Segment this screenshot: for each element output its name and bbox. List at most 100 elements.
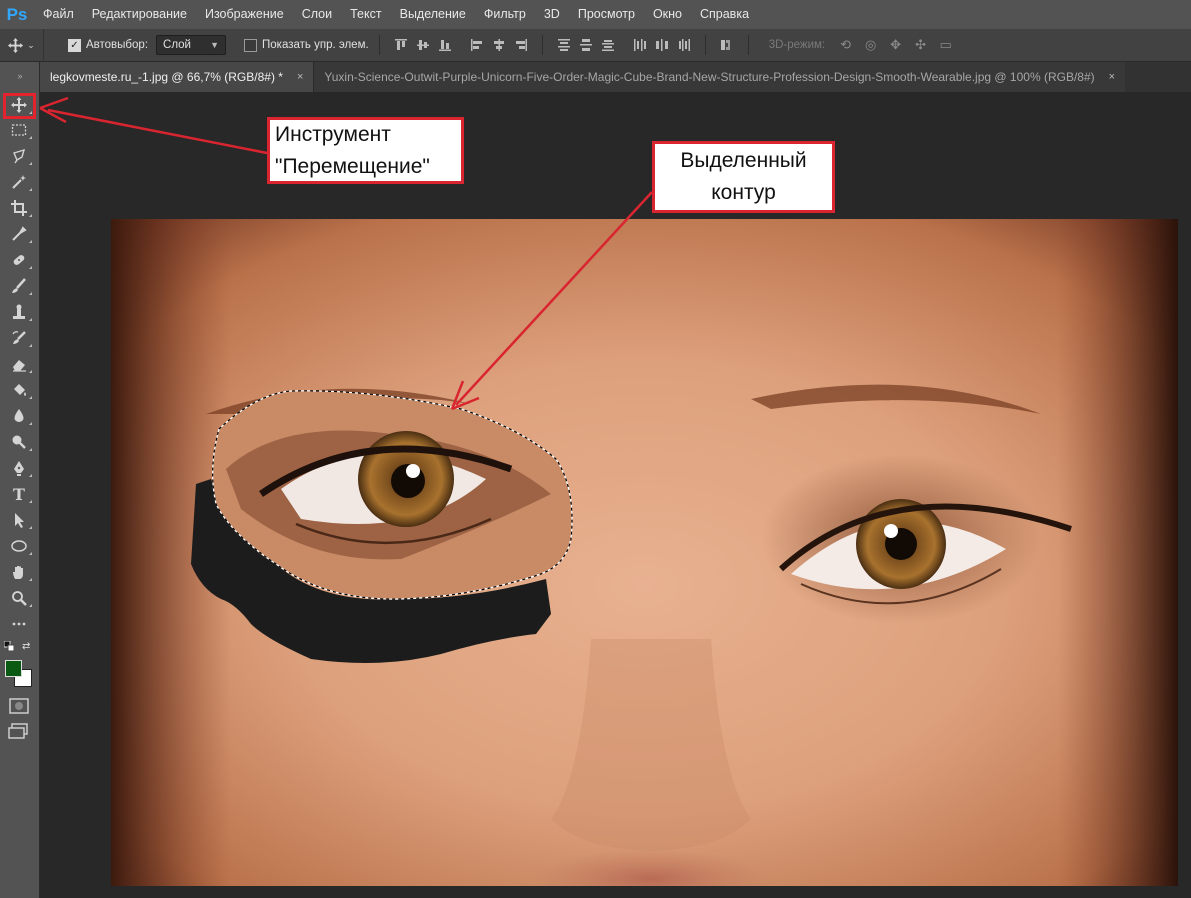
foreground-color-swatch[interactable] (5, 660, 22, 677)
divider (747, 35, 749, 55)
screen-mode-icon[interactable] (8, 722, 30, 740)
submenu-indicator-icon (29, 162, 32, 165)
menu-image[interactable]: Изображение (196, 0, 293, 29)
zoom-tool-icon (12, 591, 27, 606)
eraser-tool[interactable] (6, 353, 32, 375)
default-colors-icon[interactable] (4, 641, 14, 651)
blur-tool[interactable] (6, 405, 32, 427)
paint-bucket-tool-icon (14, 384, 26, 396)
menu-type[interactable]: Текст (341, 0, 390, 29)
submenu-indicator-icon (29, 240, 32, 243)
zoom-tool[interactable] (6, 587, 32, 609)
divider (378, 35, 380, 55)
type-tool-icon: T (13, 484, 25, 504)
callout-line: Выделенный (680, 149, 807, 172)
face-photo (111, 219, 1178, 886)
distribute-bottom-edges-icon[interactable] (597, 35, 619, 55)
scale-3d-icon[interactable]: ▭ (933, 35, 958, 55)
ellipse-tool[interactable] (6, 535, 32, 557)
submenu-indicator-icon (29, 396, 32, 399)
history-brush-tool[interactable] (6, 327, 32, 349)
submenu-indicator-icon (29, 552, 32, 555)
3d-mode-label: 3D-режим: (768, 39, 826, 51)
path-selection-tool[interactable] (6, 509, 32, 531)
auto-select-option[interactable]: ✓ Автовыбор: (68, 38, 149, 52)
submenu-indicator-icon (29, 318, 32, 321)
align-right-edges-icon[interactable] (510, 35, 532, 55)
distribute-right-edges-icon[interactable] (673, 35, 695, 55)
document-tab-active[interactable]: legkovmeste.ru_-1.jpg @ 66,7% (RGB/8#) *… (40, 62, 314, 92)
show-transform-controls-checkbox[interactable] (244, 38, 258, 52)
menu-help[interactable]: Справка (691, 0, 758, 29)
submenu-indicator-icon (29, 604, 32, 607)
photoshop-logo: Ps (6, 4, 28, 24)
brush-tool[interactable] (6, 275, 32, 297)
submenu-indicator-icon (29, 344, 32, 347)
submenu-indicator-icon (29, 370, 32, 373)
menu-file[interactable]: Файл (34, 0, 83, 29)
eyedropper-tool[interactable] (6, 223, 32, 245)
pen-tool[interactable] (6, 457, 32, 479)
quick-mask-icon[interactable] (8, 697, 30, 715)
callout-line: Инструмент (275, 122, 391, 146)
distribute-horizontal-centers-icon[interactable] (651, 35, 673, 55)
swap-colors-icon[interactable]: ⇄ (22, 641, 30, 652)
menu-view[interactable]: Просмотр (569, 0, 644, 29)
auto-select-label: Автовыбор: (86, 39, 149, 51)
marquee-tool[interactable] (6, 119, 32, 141)
menu-select[interactable]: Выделение (391, 0, 475, 29)
ellipse-tool-icon (11, 540, 27, 552)
dodge-tool[interactable] (6, 431, 32, 453)
distribute-vertical-centers-icon[interactable] (575, 35, 597, 55)
eraser-tool-icon (13, 360, 26, 372)
drag-3d-icon[interactable]: ✥ (883, 35, 908, 55)
panel-collapse-icon[interactable]: » (0, 62, 39, 90)
submenu-indicator-icon (29, 526, 32, 529)
close-icon[interactable]: × (1109, 71, 1115, 83)
more-tools[interactable] (6, 613, 32, 635)
menu-edit[interactable]: Редактирование (83, 0, 196, 29)
hand-tool-icon (13, 566, 23, 579)
crop-tool[interactable] (6, 197, 32, 219)
orbit-3d-icon[interactable]: ⟲ (833, 35, 858, 55)
lasso-tool[interactable] (6, 145, 32, 167)
healing-brush-tool-icon (13, 255, 25, 265)
auto-select-checkbox[interactable]: ✓ (68, 38, 81, 52)
slide-3d-icon[interactable]: ✣ (908, 35, 933, 55)
roll-3d-icon[interactable]: ◎ (858, 35, 883, 55)
hand-tool[interactable] (6, 561, 32, 583)
distribute-top-edges-icon[interactable] (553, 35, 575, 55)
menu-window[interactable]: Окно (644, 0, 691, 29)
align-vertical-centers-icon[interactable] (412, 35, 434, 55)
show-transform-controls-option[interactable]: Показать упр. элем. (244, 38, 369, 52)
document-tab-title: legkovmeste.ru_-1.jpg @ 66,7% (RGB/8#) * (50, 70, 283, 84)
align-bottom-edges-icon[interactable] (434, 35, 456, 55)
close-icon[interactable]: × (297, 71, 303, 83)
options-bar: ⌄ ✓ Автовыбор: Слой ▼ Показать упр. элем… (0, 28, 1191, 62)
auto-select-dropdown[interactable]: Слой ▼ (156, 35, 227, 55)
more-tools-icon (12, 622, 26, 626)
tool-preset-picker[interactable]: ⌄ (0, 28, 44, 62)
document-canvas-image[interactable] (111, 219, 1178, 886)
align-horizontal-centers-icon[interactable] (488, 35, 510, 55)
magic-wand-tool[interactable] (6, 171, 32, 193)
chevron-down-icon: ▼ (210, 40, 220, 50)
auto-select-value: Слой (163, 39, 191, 51)
submenu-indicator-icon (29, 214, 32, 217)
paint-bucket-tool[interactable] (6, 379, 32, 401)
type-tool[interactable]: T (6, 483, 32, 505)
align-top-edges-icon[interactable] (390, 35, 412, 55)
menu-3d[interactable]: 3D (535, 0, 569, 29)
brush-tool-icon (12, 278, 26, 293)
healing-brush-tool[interactable] (6, 249, 32, 271)
menu-filter[interactable]: Фильтр (475, 0, 535, 29)
distribute-left-edges-icon[interactable] (629, 35, 651, 55)
chevron-down-icon: ⌄ (27, 39, 35, 50)
align-left-edges-icon[interactable] (466, 35, 488, 55)
auto-align-layers-icon[interactable] (716, 35, 738, 55)
clone-stamp-tool[interactable] (6, 301, 32, 323)
submenu-indicator-icon (29, 422, 32, 425)
document-tab[interactable]: Yuxin-Science-Outwit-Purple-Unicorn-Five… (313, 62, 1126, 92)
submenu-indicator-icon (29, 448, 32, 451)
menu-layers[interactable]: Слои (293, 0, 341, 29)
